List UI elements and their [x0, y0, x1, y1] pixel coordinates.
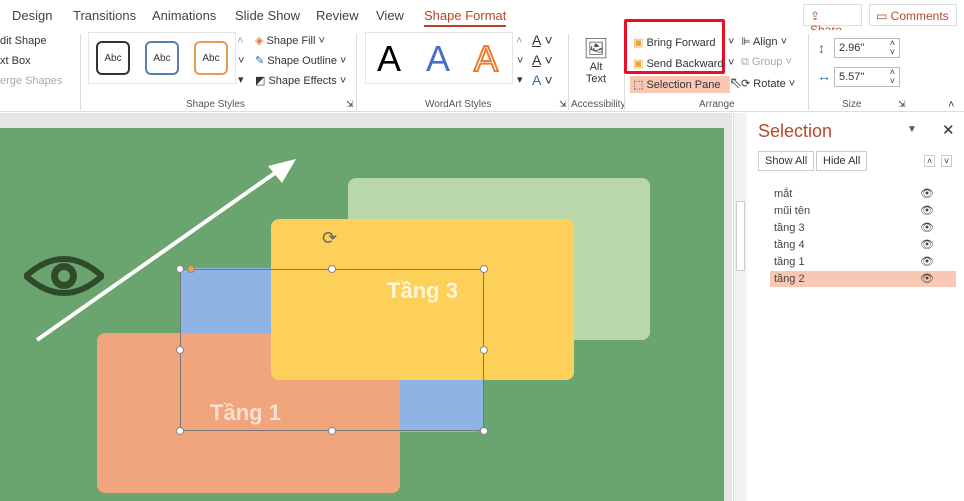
tab-view[interactable]: View — [376, 8, 404, 23]
selection-pane-button[interactable]: ⬚ Selection Pane — [630, 76, 731, 93]
shape-styles-label: Shape Styles — [186, 99, 245, 110]
selection-list-item[interactable]: tầng 4 👁 — [770, 237, 956, 253]
tab-slide-show[interactable]: Slide Show — [235, 8, 300, 23]
wordart-orange[interactable]: A — [473, 37, 499, 80]
rotate-button[interactable]: ⟳ Rotate ˅ — [741, 77, 795, 90]
paint-bucket-icon: ◈ — [255, 35, 264, 47]
send-backward-button[interactable]: ▣ Send Backward — [633, 57, 724, 70]
edit-shape-button[interactable]: dit Shape — [0, 35, 46, 47]
vertical-scrollbar[interactable] — [733, 113, 747, 501]
shape-effects-button[interactable]: ◩ Shape Effects ˅ — [255, 74, 346, 87]
height-input[interactable]: 2.96" ˄ ˅ — [834, 38, 900, 58]
selection-list-item[interactable]: tầng 1 👁 — [770, 254, 956, 270]
collapse-ribbon-button[interactable]: ˄ — [948, 99, 954, 111]
pane-options-dropdown[interactable]: ▼ — [907, 124, 917, 135]
item-label: mắt — [774, 188, 793, 200]
height-icon: ↕ — [818, 40, 825, 56]
selection-pane-icon: ⬚ — [633, 79, 644, 91]
item-label: tầng 3 — [774, 222, 805, 234]
visibility-eye-icon[interactable]: 👁 — [920, 220, 934, 236]
text-box-button[interactable]: xt Box — [0, 55, 31, 67]
align-icon: ⊫ — [741, 36, 751, 48]
group-icon: ⧉ — [741, 56, 749, 68]
tab-transitions[interactable]: Transitions — [73, 8, 136, 23]
hide-all-button[interactable]: Hide All — [816, 151, 868, 171]
visibility-eye-icon[interactable]: 👁 — [920, 271, 934, 287]
share-button[interactable]: ⇪ Share — [803, 4, 862, 37]
selection-list-item[interactable]: tầng 2 👁 — [770, 271, 956, 287]
effects-icon: ◩ — [255, 75, 266, 87]
visibility-eye-icon[interactable]: 👁 — [920, 254, 934, 270]
shape-style-black[interactable]: Abc — [96, 41, 130, 75]
merge-shapes-button: erge Shapes — [0, 75, 63, 87]
bring-forward-pane-icon[interactable]: ˄ — [924, 155, 936, 167]
pen-icon: ✎ — [255, 55, 265, 67]
selection-list-item[interactable]: mắt 👁 — [770, 186, 956, 202]
wordart-scroll-down[interactable]: ˅ — [517, 55, 523, 67]
wordart-blue[interactable]: A — [426, 38, 450, 80]
tab-animations[interactable]: Animations — [152, 8, 216, 23]
close-icon[interactable]: ✕ — [942, 121, 955, 139]
mouse-cursor-icon: ⇖ — [729, 75, 743, 92]
visibility-eye-icon[interactable]: 👁 — [920, 203, 934, 219]
scrollbar-thumb[interactable] — [736, 201, 745, 271]
size-label: Size — [842, 99, 862, 110]
tab-review[interactable]: Review — [316, 8, 359, 23]
visibility-eye-icon[interactable]: 👁 — [920, 237, 934, 253]
visibility-eye-icon[interactable]: 👁 — [920, 186, 934, 202]
send-backward-pane-icon[interactable]: ˅ — [941, 155, 953, 167]
bring-forward-icon: ▣ — [633, 37, 644, 49]
accessibility-label: Accessibility — [571, 99, 626, 110]
item-label: tầng 1 — [774, 256, 805, 268]
wordart-styles-label: WordArt Styles — [425, 99, 492, 110]
selection-pane-title: Selection — [758, 121, 833, 141]
group-button: ⧉ Group ˅ — [741, 56, 792, 68]
shape-style-blue[interactable]: Abc — [145, 41, 179, 75]
wordart-black[interactable]: A — [377, 38, 401, 80]
gallery-scroll-down[interactable]: ˅ — [238, 55, 244, 67]
bring-forward-dropdown[interactable]: ˅ — [728, 36, 734, 48]
wordart-more[interactable]: ▾ — [517, 73, 523, 86]
align-button[interactable]: ⊫ Align ˅ — [741, 35, 787, 48]
alt-text-button[interactable]: 🖼 Alt Text — [578, 36, 614, 90]
shape-style-orange[interactable]: Abc — [194, 41, 228, 75]
text-effects-icon[interactable]: A ˅ — [532, 72, 553, 88]
bring-forward-button[interactable]: ▣ Bring Forward — [633, 36, 716, 49]
slide: Tầng 1 Tầng 3 ⟳ — [0, 128, 724, 501]
item-label: tầng 4 — [774, 239, 805, 251]
alt-text-icon: 🖼 — [583, 38, 609, 60]
size-launcher[interactable]: ⇲ — [898, 99, 906, 110]
shape-fill-button[interactable]: ◈ Shape Fill ˅ — [255, 34, 325, 47]
width-input[interactable]: 5.57" ˄ ˅ — [834, 67, 900, 87]
tab-design[interactable]: Design — [12, 8, 52, 23]
selection-list-item[interactable]: mũi tên 👁 — [770, 203, 956, 219]
wordart-scroll-up[interactable]: ˄ — [516, 35, 522, 47]
item-label: mũi tên — [774, 205, 811, 217]
send-backward-dropdown[interactable]: ˅ — [728, 57, 734, 69]
share-icon: ⇪ — [810, 9, 821, 23]
gallery-more[interactable]: ▾ — [238, 73, 244, 86]
selection-list-item[interactable]: tầng 3 👁 — [770, 220, 956, 236]
eye-icon[interactable] — [24, 252, 104, 300]
comment-icon: ▭ — [876, 9, 891, 23]
text-outline-icon[interactable]: A ˅ — [532, 52, 553, 68]
gallery-scroll-up[interactable]: ˄ — [237, 35, 243, 47]
send-backward-icon: ▣ — [633, 58, 644, 70]
width-icon: ↔ — [817, 68, 831, 84]
arrow-shape[interactable] — [0, 128, 724, 501]
shape-styles-launcher[interactable]: ⇲ — [346, 99, 354, 110]
tab-shape-format[interactable]: Shape Format — [424, 8, 507, 27]
item-label: tầng 2 — [774, 273, 805, 285]
wordart-launcher[interactable]: ⇲ — [559, 99, 567, 110]
comments-button[interactable]: ▭ Comments — [869, 4, 957, 26]
text-fill-icon[interactable]: A ˅ — [532, 32, 553, 48]
shape-outline-button[interactable]: ✎ Shape Outline ˅ — [255, 54, 346, 67]
show-all-button[interactable]: Show All — [758, 151, 815, 171]
arrange-label: Arrange — [699, 99, 735, 110]
